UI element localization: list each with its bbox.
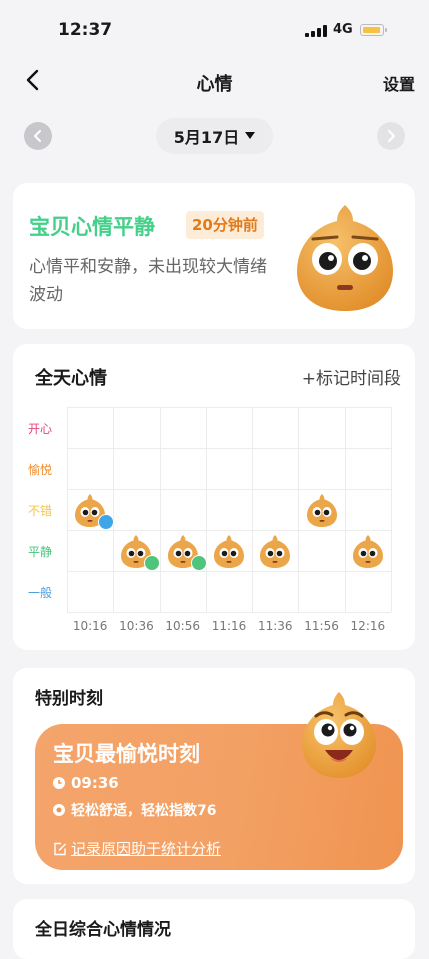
relax-icon xyxy=(53,804,65,816)
overall-mood-card: 全日综合心情情况 xyxy=(13,899,415,959)
grid-line-horizontal xyxy=(67,612,391,613)
record-reason-text: 记录原因助于统计分析 xyxy=(71,840,222,858)
mood-point-1116[interactable] xyxy=(213,533,245,569)
network-type: 4G xyxy=(333,22,353,37)
grid-line-horizontal xyxy=(67,407,391,408)
chevron-right-icon xyxy=(388,130,395,142)
next-day-button[interactable] xyxy=(377,122,405,150)
mood-point-1036[interactable] xyxy=(120,533,161,571)
leaf-badge-icon xyxy=(190,554,207,571)
day-mood-card: 全天心情 +标记时间段 开心 愉悦 不错 平静 一般 10:16 10:36 10:56 11:… xyxy=(13,344,415,650)
mood-point-1216[interactable] xyxy=(352,533,384,569)
status-time: 12:37 xyxy=(58,20,113,40)
chevron-left-icon xyxy=(26,69,39,91)
grid-line-vertical xyxy=(391,407,392,612)
y-axis-label: 一般 xyxy=(28,585,53,600)
y-axis-label: 愉悦 xyxy=(28,462,53,477)
grid-line-vertical xyxy=(344,407,346,612)
mark-time-range-button[interactable]: +标记时间段 xyxy=(302,364,401,389)
x-axis-label: 12:16 xyxy=(350,619,386,633)
mood-description: 心情平和安静，未出现较大情绪波动 xyxy=(29,257,267,305)
mood-chart-grid xyxy=(67,407,392,613)
mood-point-1056[interactable] xyxy=(167,533,207,571)
day-mood-title: 全天心情 xyxy=(35,368,107,389)
special-moment-title: 特别时刻 xyxy=(35,689,103,709)
grid-line-vertical xyxy=(159,407,161,612)
moment-time: 09:36 xyxy=(53,774,119,792)
mood-point-1016[interactable] xyxy=(74,492,115,530)
mood-point-1136[interactable] xyxy=(259,533,291,569)
grid-line-horizontal xyxy=(67,530,391,531)
caret-down-icon xyxy=(245,132,256,139)
relax-index-text: 轻松舒适，轻松指数76 xyxy=(71,803,217,819)
mood-summary-card: 宝贝心情平静 20分钟前 心情平和安静，未出现较大情绪波动 xyxy=(13,183,415,329)
mood-title: 宝贝心情平静 xyxy=(29,215,155,239)
mood-point-1156[interactable] xyxy=(306,492,338,528)
leaf-badge-icon xyxy=(144,554,161,571)
grid-line-vertical xyxy=(113,407,115,612)
grid-line-vertical xyxy=(252,407,254,612)
relax-index: 轻松舒适，轻松指数76 xyxy=(53,800,216,820)
grid-line-vertical xyxy=(298,407,300,612)
date-selector: 5月17日 xyxy=(0,118,429,158)
date-label: 5月17日 xyxy=(173,128,240,147)
record-reason-link[interactable]: 记录原因助于统计分析 xyxy=(53,838,221,859)
previous-day-button[interactable] xyxy=(24,122,52,150)
calm-mascot-icon xyxy=(297,205,393,311)
signal-icon xyxy=(305,25,327,37)
grid-line-horizontal xyxy=(67,571,391,572)
back-button[interactable] xyxy=(22,68,46,92)
overall-mood-title: 全日综合心情情况 xyxy=(35,920,171,940)
date-dropdown[interactable]: 5月17日 xyxy=(156,118,273,154)
battery-icon xyxy=(360,24,387,36)
y-axis-label: 不错 xyxy=(28,503,53,518)
grid-line-vertical xyxy=(205,407,207,612)
chevron-left-icon xyxy=(34,130,41,142)
edit-icon xyxy=(54,842,66,855)
y-axis-label: 开心 xyxy=(28,421,53,436)
camera-badge-icon xyxy=(98,513,115,530)
grid-line-horizontal xyxy=(67,448,391,449)
happy-mascot-icon xyxy=(302,692,376,778)
status-bar: 12:37 4G xyxy=(0,0,429,56)
happiest-moment-title: 宝贝最愉悦时刻 xyxy=(53,742,200,766)
settings-button[interactable]: 设置 xyxy=(383,71,415,95)
page-title: 心情 xyxy=(196,74,233,95)
y-axis-label: 平静 xyxy=(28,544,53,559)
moment-time-value: 09:36 xyxy=(71,774,119,792)
time-ago-badge: 20分钟前 xyxy=(186,211,264,239)
clock-icon xyxy=(53,777,65,789)
grid-line-horizontal xyxy=(67,489,391,490)
